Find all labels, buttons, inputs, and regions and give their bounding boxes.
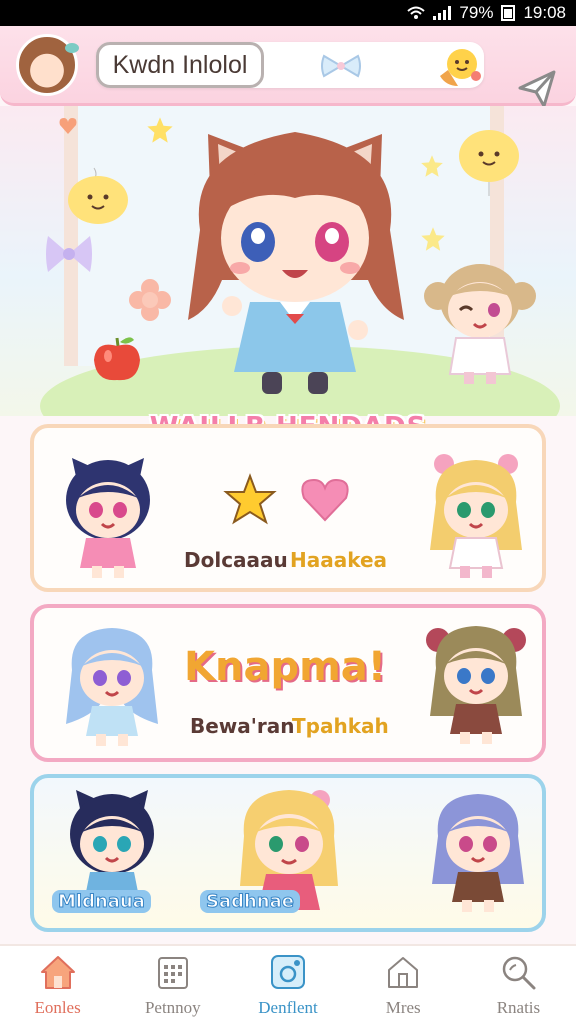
send-icon[interactable]: [516, 66, 560, 110]
bow-decoration: [46, 236, 92, 272]
battery-icon: [501, 5, 516, 21]
character-avatar: [430, 454, 522, 578]
star-icon: [421, 227, 445, 251]
search-icon: [503, 956, 536, 990]
character-card[interactable]: Dolcaaau Haaakea: [30, 424, 546, 592]
signal-icon: [433, 6, 452, 20]
battery-percent: 79%: [459, 3, 494, 22]
home-icon: [40, 956, 75, 989]
card-label: Tpahkah: [292, 714, 389, 738]
flower-icon: [129, 279, 171, 321]
main-character[interactable]: [180, 110, 410, 400]
bottom-nav: Eonles Petnnoy Denflent Mres Rnatis: [0, 944, 576, 1024]
star-icon: [421, 155, 443, 177]
hero-scene: [0, 106, 576, 416]
apple-icon: [94, 337, 140, 381]
nav-item-calendar[interactable]: Petnnoy: [115, 946, 230, 1024]
mascot-icon[interactable]: [436, 46, 482, 90]
character-avatar: [432, 794, 524, 912]
bow-icon: [321, 54, 361, 78]
character-card[interactable]: Knapma! Bewa'ran Tpahkah: [30, 604, 546, 762]
nav-label: Denflent: [258, 998, 318, 1017]
gallery-icon: [271, 955, 305, 989]
clock: 19:08: [523, 3, 566, 22]
balloon-icon: [68, 167, 128, 224]
nav-item-home[interactable]: Eonles: [0, 946, 115, 1024]
calendar-icon: [157, 957, 188, 989]
card-label: Haaakea: [290, 548, 388, 572]
nav-label: Petnnoy: [144, 998, 201, 1017]
heart-icon: [301, 478, 349, 522]
house-icon: [388, 957, 419, 988]
card-headline: Knapma!: [184, 644, 387, 690]
nav-label: Rnatis: [496, 998, 541, 1017]
small-character[interactable]: [420, 256, 540, 386]
nav-item-gallery[interactable]: Denflent: [230, 946, 345, 1024]
character-avatar: [66, 458, 150, 578]
card-label: Dolcaaau: [184, 548, 288, 572]
character-avatar: [426, 626, 526, 744]
app-header: Kwdn Inlolol: [0, 26, 576, 108]
status-bar: 79% 19:08: [0, 0, 576, 26]
star-icon: [223, 473, 277, 525]
character-card[interactable]: Mldnaua Sadhnae: [30, 774, 546, 932]
avatar[interactable]: [16, 34, 79, 96]
character-avatar: [66, 628, 158, 746]
star-icon: [147, 117, 173, 143]
card-label: Sadhnae: [200, 890, 300, 913]
nav-item-search[interactable]: Rnatis: [461, 946, 576, 1024]
nav-item-house[interactable]: Mres: [346, 946, 461, 1024]
wifi-icon: [407, 6, 426, 19]
card-label: Bewa'ran: [190, 714, 295, 738]
app-title[interactable]: Kwdn Inlolol: [96, 42, 264, 88]
card-label: Mldnaua: [52, 890, 151, 913]
balloon-icon: [459, 130, 519, 196]
nav-label: Mres: [385, 998, 421, 1017]
heart-icon: [59, 118, 77, 134]
nav-label: Eonles: [34, 998, 81, 1017]
